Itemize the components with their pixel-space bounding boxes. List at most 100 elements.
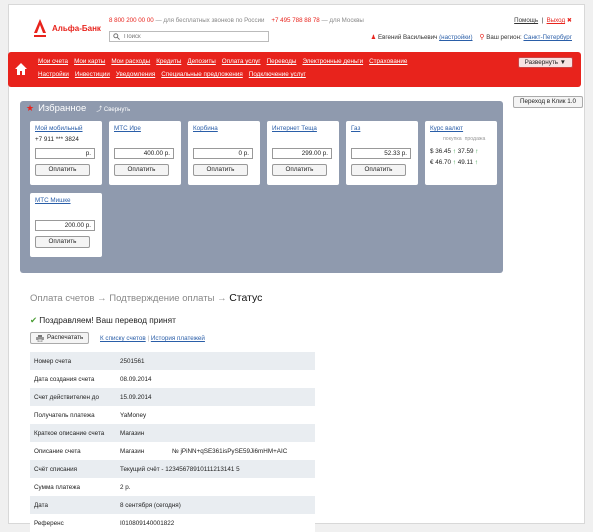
favorite-card: МТС Мишке 200.00 р. Оплатить (30, 193, 102, 257)
search-input[interactable] (124, 33, 264, 40)
rates-header: покупка продажа (443, 136, 485, 142)
nav-item-primary-6[interactable]: Переводы (267, 58, 297, 65)
favorites-panel: ★ Избранное ⤴ Свернуть Мой мобильный +7 … (20, 101, 503, 273)
main-nav: Мои счета Мои карты Мои расходы Кредиты Депо… (8, 52, 581, 87)
favorite-name[interactable]: Интернет Теща (272, 125, 317, 132)
nav-item-primary-5[interactable]: Оплата услуг (222, 58, 261, 65)
expand-button[interactable]: Развернуть ▼ (517, 57, 573, 68)
region-label: Ваш регион: (486, 34, 522, 41)
collapse-favorites-link[interactable]: ⤴ Свернуть (96, 104, 130, 113)
close-icon[interactable]: ✖ (567, 17, 572, 24)
nav-item-primary-7[interactable]: Электронные деньги (302, 58, 363, 65)
phone-info: 8 800 200 00 00 — для бесплатных звонков… (109, 17, 364, 24)
table-row: Получатель платежа YaMoney (30, 406, 315, 424)
exit-link[interactable]: Выход (547, 17, 566, 24)
nav-item-secondary-2[interactable]: Уведомления (116, 71, 155, 78)
favorite-name[interactable]: Корбина (193, 125, 218, 132)
favorite-phone: +7 911 *** 3824 (35, 136, 79, 143)
table-row: Счёт списания Текущий счёт - 123456789101… (30, 460, 315, 478)
favorite-card: МТС Ире 400.00 р. Оплатить (109, 121, 181, 185)
breadcrumb: Оплата счетов → Подтверждение оплаты → С… (30, 292, 262, 304)
rates-title[interactable]: Курс валют (430, 125, 463, 132)
user-line: ♟ Евгений Васильевич (настройки) ⚲ Ваш р… (371, 33, 572, 41)
pay-button[interactable]: Оплатить (35, 164, 90, 176)
collapse-label: Свернуть (103, 107, 131, 113)
detail-value: Магазин (116, 424, 315, 442)
favorite-name[interactable]: МТС Ире (114, 125, 141, 132)
pay-button[interactable]: Оплатить (35, 236, 90, 248)
rate-row-eur: € 46.70 ↑ 49.11 ↑ (430, 159, 478, 166)
status-links: К списку счетов | История платежей (100, 335, 205, 342)
amount-input[interactable]: 52.33 р. (351, 148, 411, 159)
buy-label: покупка (443, 136, 462, 142)
phone-free-number: 8 800 200 00 00 (109, 17, 154, 24)
arrow-up-icon: ↑ (475, 148, 479, 155)
nav-item-secondary-4[interactable]: Подключение услуг (249, 71, 306, 78)
pay-button[interactable]: Оплатить (114, 164, 169, 176)
nav-item-primary-8[interactable]: Страхование (369, 58, 407, 65)
detail-label: Получатель платежа (30, 406, 116, 424)
detail-label: Дата (30, 496, 116, 514)
pay-button[interactable]: Оплатить (272, 164, 327, 176)
table-row: Сумма платежа 2 р. (30, 478, 315, 496)
nav-item-primary-2[interactable]: Мои расходы (111, 58, 150, 65)
help-link[interactable]: Помощь (514, 17, 538, 24)
detail-label: Сумма платежа (30, 478, 116, 496)
printer-icon (36, 334, 44, 342)
settings-link[interactable]: (настройки) (439, 34, 472, 41)
table-row: Референс I010809140001822 (30, 514, 315, 532)
table-row: Счет действителен до 15.09.2014 (30, 388, 315, 406)
nav-row-secondary: Настройки Инвестиции Уведомления Специальны… (38, 71, 312, 78)
amount-input[interactable]: 400.00 р. (114, 148, 174, 159)
favorite-card: Газ 52.33 р. Оплатить (346, 121, 418, 185)
arrow-up-icon: ↑ (452, 148, 456, 155)
amount-input[interactable]: 299.00 р. (272, 148, 332, 159)
search-box[interactable] (109, 31, 269, 42)
nav-item-primary-1[interactable]: Мои карты (74, 58, 105, 65)
amount-input[interactable]: р. (35, 148, 95, 159)
amount-input[interactable]: 0 р. (193, 148, 253, 159)
nav-item-primary-4[interactable]: Депозиты (187, 58, 215, 65)
alfa-bank-logo[interactable]: Альфа-Банк (33, 19, 101, 37)
detail-label: Краткое описание счета (30, 424, 116, 442)
klik-switch-button[interactable]: Переход в Клик 1.0 (513, 96, 583, 108)
print-button[interactable]: Распечатать (30, 332, 90, 344)
top-links: Помощь | Выход ✖ (514, 17, 572, 24)
favorite-name[interactable]: МТС Мишке (35, 197, 71, 204)
nav-item-primary-3[interactable]: Кредиты (156, 58, 181, 65)
detail-label: Счет действителен до (30, 388, 116, 406)
region-link[interactable]: Санкт-Петербург (523, 34, 572, 41)
rate-sell: 37.59 (457, 148, 474, 155)
detail-label: Референс (30, 514, 116, 532)
detail-value: 15.09.2014 (116, 388, 315, 406)
nav-item-secondary-3[interactable]: Специальные предложения (161, 71, 243, 78)
user-icon: ♟ (370, 34, 377, 41)
detail-value: Текущий счёт - 12345678910111213141 5 (116, 460, 315, 478)
detail-value-extra: № jPiNN+qSE361isPySE59Ji6mHM+AIC (172, 447, 288, 455)
amount-input[interactable]: 200.00 р. (35, 220, 95, 231)
detail-label: Счёт списания (30, 460, 116, 478)
payment-history-link[interactable]: История платежей (151, 335, 205, 342)
nav-item-primary-0[interactable]: Мои счета (38, 58, 68, 65)
detail-value: YaMoney (116, 406, 315, 424)
accounts-list-link[interactable]: К списку счетов (100, 335, 146, 342)
rate-row-usd: $ 36.45 ↑ 37.59 ↑ (430, 148, 478, 155)
pay-button[interactable]: Оплатить (351, 164, 406, 176)
home-icon[interactable] (14, 62, 28, 76)
location-pin-icon: ⚲ (479, 34, 485, 41)
breadcrumb-arrow: → (97, 293, 107, 304)
phone-free-note: — для бесплатных звонков по России (155, 17, 265, 24)
nav-item-secondary-1[interactable]: Инвестиции (75, 71, 110, 78)
currency-symbol: $ (430, 148, 434, 155)
checkmark-icon: ✔ (30, 315, 37, 325)
star-icon: ★ (26, 103, 35, 113)
nav-item-secondary-0[interactable]: Настройки (38, 71, 69, 78)
arrow-up-icon: ↑ (452, 159, 456, 166)
favorite-name[interactable]: Газ (351, 125, 360, 132)
phone-moscow-number: +7 495 788 88 78 (271, 17, 320, 24)
favorite-card: Корбина 0 р. Оплатить (188, 121, 260, 185)
favorite-name[interactable]: Мой мобильный (35, 125, 83, 132)
rate-buy: 36.45 (435, 148, 452, 155)
detail-value: I010809140001822 (116, 514, 315, 532)
pay-button[interactable]: Оплатить (193, 164, 248, 176)
